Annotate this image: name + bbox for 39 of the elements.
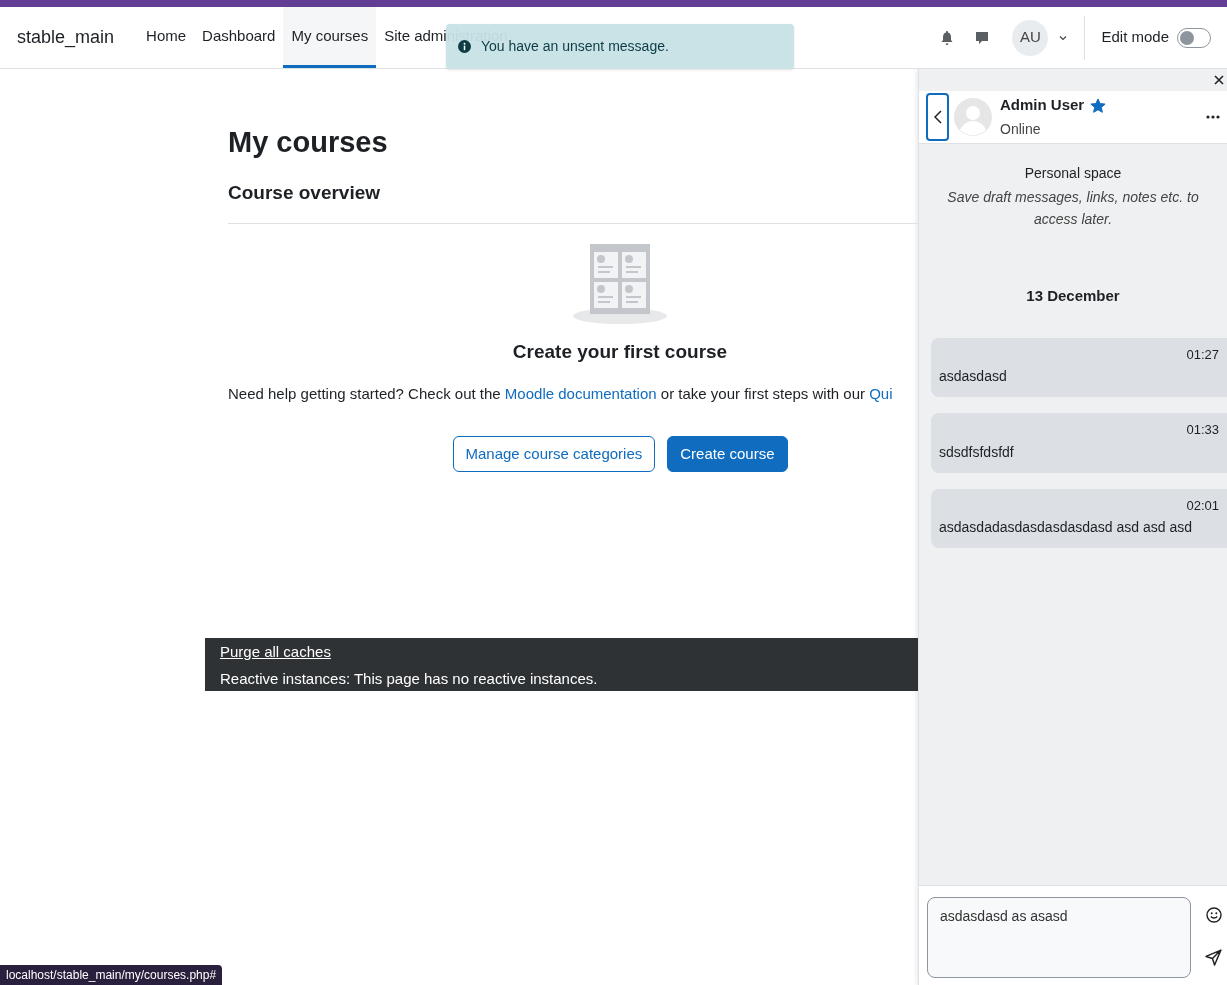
user-avatar[interactable]: AU [1012, 19, 1049, 56]
manage-button[interactable]: Manage course categories [452, 436, 656, 472]
date-heading: 13 December [1025, 286, 1121, 306]
contact-status: Online [1000, 119, 1042, 139]
more-icon[interactable] [1206, 115, 1220, 119]
message-text: asdasdasd [939, 367, 1008, 386]
nav-tab[interactable]: Home [138, 7, 195, 68]
edit-mode-label: Edit mode [1101, 27, 1169, 48]
close-icon[interactable] [1214, 75, 1224, 85]
emoji-icon[interactable] [1205, 907, 1222, 923]
chat-icon[interactable] [974, 29, 991, 46]
personal-space-description: Save draft messages, links, notes etc. to access later. [946, 188, 1200, 229]
site-name[interactable]: stable_main [17, 24, 115, 51]
back-button[interactable] [926, 93, 949, 141]
empty-state-title: Create your first course [512, 340, 728, 364]
toast-message: You have an unsent message. [481, 38, 669, 56]
info-icon [458, 40, 471, 53]
star-icon[interactable] [1090, 97, 1107, 114]
message-text: sdsdfsfdsfdf [939, 442, 1015, 462]
message-time: 02:01 [1186, 496, 1219, 515]
personal-space-title: Personal space [1023, 164, 1123, 183]
message-text: asdasdadasdasdasdasdasd asd asd asd [939, 518, 1193, 537]
create-button[interactable]: Create course [667, 436, 788, 472]
avatar-icon [954, 98, 992, 136]
nav-tab[interactable]: My courses [283, 7, 377, 68]
status-url: localhost/stable_main/my/courses.php# [0, 965, 223, 985]
section-heading: Course overview [228, 180, 382, 205]
nav-tab[interactable]: Dashboard [194, 7, 284, 68]
send-icon[interactable] [1205, 949, 1222, 966]
message-time: 01:27 [1186, 345, 1219, 364]
message-time: 01:33 [1186, 421, 1219, 439]
page-title: My courses [228, 125, 389, 160]
help-link[interactable]: Moodle documentation [504, 384, 657, 402]
debug-text: Reactive instances: This page has no reactive instances. [220, 669, 599, 689]
purge-caches-link[interactable]: Purge all caches [220, 640, 903, 664]
contact-name: Admin User [1000, 95, 1085, 116]
message-input[interactable]: asdasdasd as asasd [927, 897, 1191, 978]
help-link[interactable]: Qui [869, 384, 893, 402]
help-text: Need help getting started? Check out the Moodle documentation or take your first steps with our Qui [228, 383, 894, 404]
